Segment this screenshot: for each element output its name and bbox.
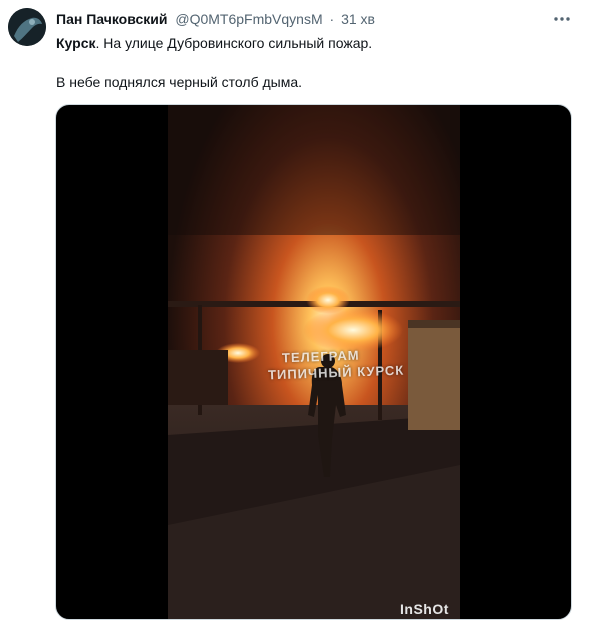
tweet: Пан Пачковский @Q0MT6pFmbVqynsM · 31 хв … (0, 0, 590, 625)
tweet-text-line-2: В небе поднялся черный столб дыма. (56, 74, 303, 90)
tweet-timestamp[interactable]: 31 хв (341, 11, 375, 27)
tweet-text-line-1: Курск. На улице Дубровинского сильный по… (56, 35, 372, 51)
avatar[interactable] (8, 8, 46, 46)
tweet-header: Пан Пачковский @Q0MT6pFmbVqynsM · 31 хв (56, 11, 375, 27)
author-handle[interactable]: @Q0MT6pFmbVqynsM (175, 11, 322, 27)
more-horizontal-icon (554, 17, 570, 21)
avatar-image (8, 8, 46, 46)
inshot-watermark: InShOt (400, 601, 449, 617)
author-name[interactable]: Пан Пачковский (56, 11, 167, 27)
watermark-line-1: ТЕЛЕГРАМ (281, 347, 360, 366)
header-separator: · (329, 11, 335, 27)
more-options-button[interactable] (551, 10, 573, 28)
tweet-text-rest: . На улице Дубровинского сильный пожар. (95, 35, 373, 51)
tweet-media-video[interactable]: ТЕЛЕГРАМ ТИПИЧНЫЙ КУРСК InShOt (55, 104, 572, 620)
tweet-text-bold: Курск (56, 35, 96, 51)
